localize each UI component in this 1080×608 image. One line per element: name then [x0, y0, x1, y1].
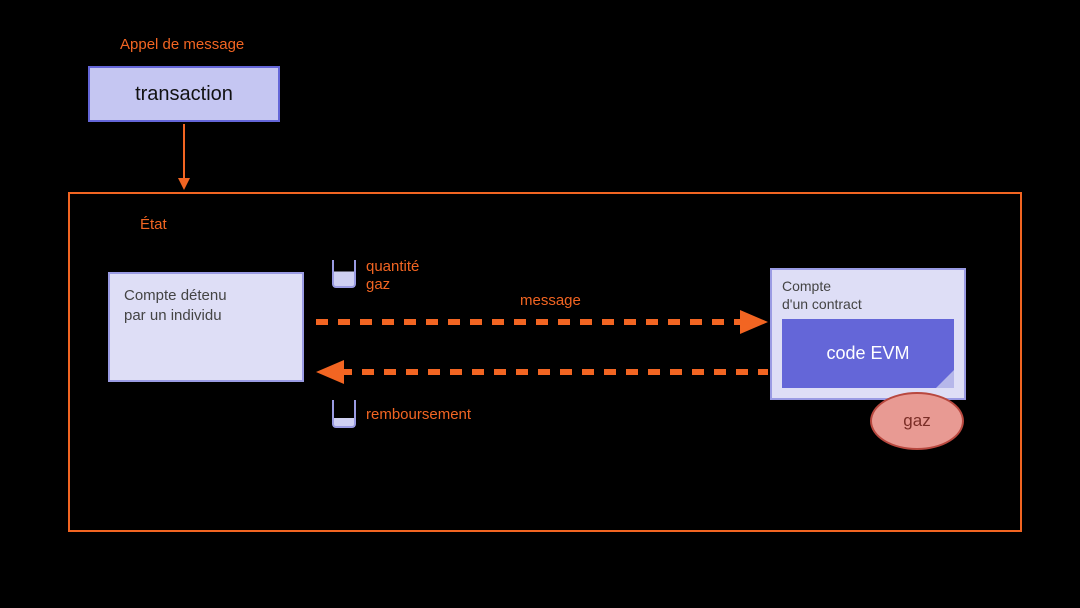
gas-tank-top-label: quantité gaz: [366, 258, 419, 294]
account-contract-header: Compte d'un contract: [782, 278, 954, 313]
arrow-txn-to-state: [176, 124, 192, 190]
account-individual-box: Compte détenu par un individu: [108, 272, 304, 382]
transaction-box: transaction: [88, 66, 280, 122]
message-label: message: [520, 292, 581, 309]
title-state: État: [140, 216, 167, 233]
refund-label: remboursement: [366, 406, 471, 423]
title-message-call: Appel de message: [120, 36, 244, 53]
evm-code-label: code EVM: [826, 343, 909, 364]
evm-code-box: code EVM: [782, 319, 954, 388]
gas-quantity-line1: quantité: [366, 258, 419, 276]
gas-bubble: gaz: [870, 392, 964, 450]
account-individual-text: Compte détenu par un individu: [124, 287, 227, 324]
gas-tank-icon-bottom: [332, 400, 356, 428]
gas-bubble-label: gaz: [903, 411, 930, 431]
gas-tank-icon-top: [332, 260, 356, 288]
transaction-label: transaction: [135, 83, 233, 106]
account-contract-box: Compte d'un contract code EVM: [770, 268, 966, 400]
gas-quantity-line2: gaz: [366, 276, 419, 294]
